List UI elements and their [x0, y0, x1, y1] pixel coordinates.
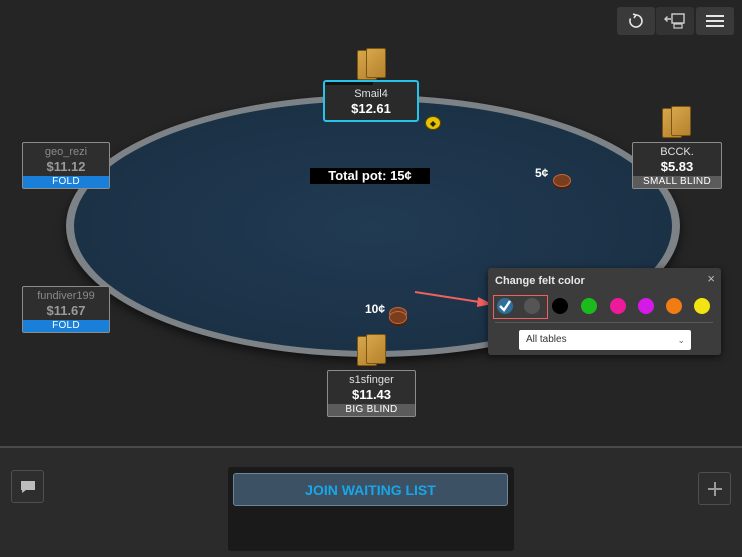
player-stack: $12.61: [351, 101, 391, 116]
felt-swatch-purple[interactable]: [638, 298, 654, 314]
chip-icon: [389, 311, 407, 324]
big-blind-bet: 10¢: [365, 302, 386, 316]
status-badge: SMALL BLIND: [633, 176, 721, 188]
player-cards: [662, 106, 692, 138]
dealer-button-icon: [425, 116, 441, 130]
felt-swatch-green[interactable]: [581, 298, 597, 314]
player-name: BCCK.: [660, 146, 694, 158]
annotation-arrow-icon: [414, 291, 492, 307]
select-value: All tables: [526, 334, 567, 345]
player-stack: $11.43: [351, 387, 392, 402]
popup-title: Change felt color: [495, 275, 585, 287]
apply-scope-select[interactable]: All tables ⌄: [519, 330, 691, 350]
leave-seat-button[interactable]: [656, 7, 694, 35]
seat-bottom[interactable]: s1sfinger $11.43 BIG BLIND: [327, 370, 416, 417]
leave-seat-icon: [664, 13, 685, 29]
add-table-button[interactable]: [698, 472, 731, 505]
player-cards: [357, 48, 387, 80]
join-waiting-list-button[interactable]: JOIN WAITING LIST: [233, 473, 508, 506]
checkmark-icon: [499, 300, 511, 312]
menu-icon: [706, 15, 724, 27]
player-cards: [357, 334, 387, 366]
felt-swatch-black[interactable]: [552, 298, 568, 314]
player-stack: $5.83: [660, 159, 694, 174]
small-blind-bet: 5¢: [535, 166, 549, 180]
player-name: Smail4: [354, 88, 388, 100]
player-stack: $11.67: [46, 303, 86, 318]
divider: [495, 322, 713, 323]
status-badge: BIG BLIND: [328, 404, 415, 416]
plus-icon: [707, 481, 722, 496]
felt-swatch-yellow[interactable]: [694, 298, 710, 314]
chevron-down-icon: ⌄: [677, 335, 685, 345]
felt-swatch-orange[interactable]: [666, 298, 682, 314]
seat-top[interactable]: Smail4 $12.61: [323, 80, 419, 122]
status-badge: FOLD: [23, 176, 109, 188]
player-name: geo_rezi: [44, 146, 88, 158]
rebuy-refresh-button[interactable]: [617, 7, 655, 35]
felt-swatch-blue[interactable]: [497, 298, 513, 314]
player-stack: $11.12: [46, 159, 86, 174]
felt-swatch-pink[interactable]: [610, 298, 626, 314]
total-pot-label: Total pot: 15¢: [310, 168, 430, 184]
seat-left-upper[interactable]: geo_rezi $11.12 FOLD: [22, 142, 110, 189]
seat-top-right[interactable]: BCCK. $5.83 SMALL BLIND: [632, 142, 722, 189]
chat-button[interactable]: [11, 470, 44, 503]
felt-color-popup: Change felt color × All tables ⌄: [488, 268, 721, 355]
chat-icon: [20, 480, 35, 493]
player-name: s1sfinger: [349, 374, 394, 386]
close-icon[interactable]: ×: [707, 271, 715, 286]
refresh-icon: [629, 13, 643, 28]
seat-left-lower[interactable]: fundiver199 $11.67 FOLD: [22, 286, 110, 333]
menu-button[interactable]: [696, 7, 734, 35]
player-name: fundiver199: [37, 290, 95, 302]
felt-swatch-grey[interactable]: [524, 298, 540, 314]
chip-icon: [553, 174, 571, 187]
status-badge: FOLD: [23, 320, 109, 332]
